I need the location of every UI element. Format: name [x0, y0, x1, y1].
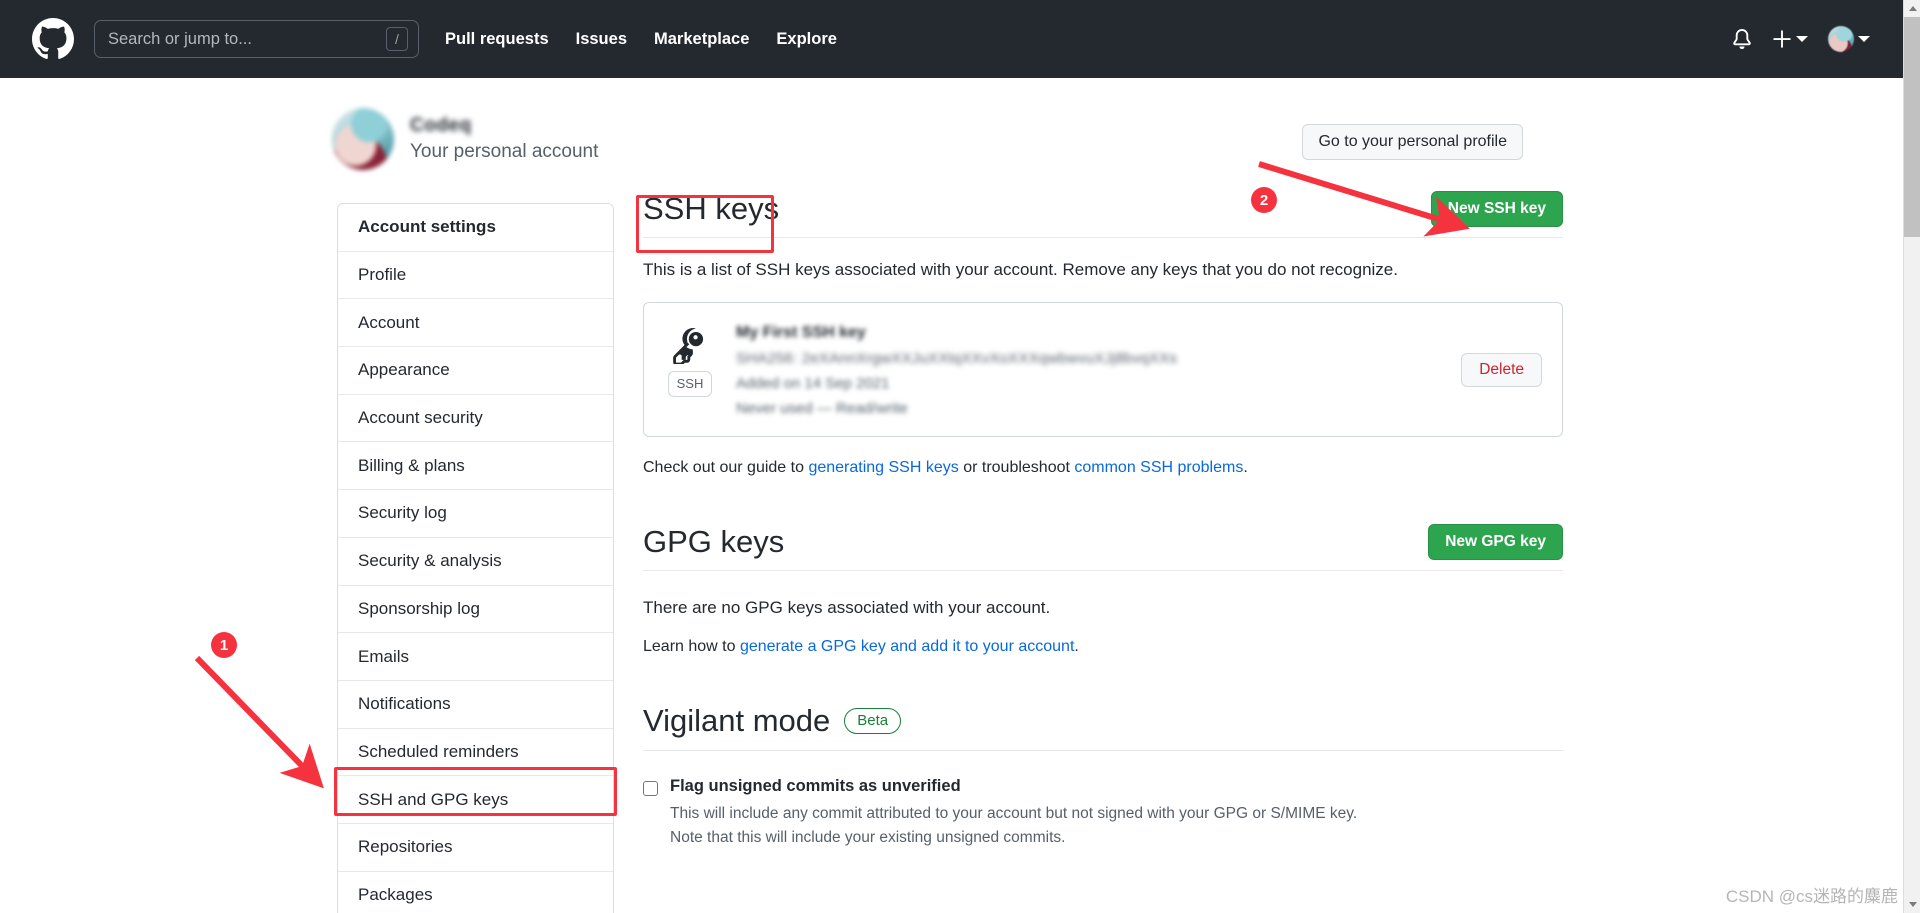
profile-header: Codeq Your personal account — [332, 108, 598, 170]
plus-icon — [1773, 30, 1791, 48]
sidebar-item-sponsorship-log[interactable]: Sponsorship log — [338, 585, 613, 634]
vigilant-mode-section-header: Vigilant mode Beta — [643, 702, 1563, 751]
go-to-personal-profile-button[interactable]: Go to your personal profile — [1302, 124, 1523, 160]
search-shortcut-key: / — [386, 27, 408, 51]
flag-unsigned-commits-text: Flag unsigned commits as unverified This… — [670, 777, 1357, 850]
scrollbar-up-arrow[interactable] — [1904, 0, 1920, 17]
avatar[interactable] — [332, 108, 394, 170]
sidebar-item-account-security[interactable]: Account security — [338, 394, 613, 443]
nav-explore[interactable]: Explore — [776, 30, 837, 49]
flag-unsigned-commits-help-2: Note that this will include your existin… — [670, 829, 1066, 847]
user-menu[interactable] — [1828, 26, 1870, 52]
create-new-menu[interactable] — [1772, 29, 1808, 49]
new-gpg-key-button[interactable]: New GPG key — [1428, 524, 1563, 561]
search-input[interactable] — [108, 29, 386, 49]
key-icon — [673, 328, 704, 365]
chevron-down-icon — [1796, 36, 1808, 42]
ssh-key-info: My First SSH key SHA256: 2eXAnnXrgwXXJuX… — [736, 322, 1441, 417]
gpg-learn-prefix: Learn how to — [643, 638, 740, 656]
scrollbar-down-arrow[interactable] — [1904, 896, 1920, 913]
sidebar-item-ssh-and-gpg-keys[interactable]: SSH and GPG keys — [338, 776, 613, 824]
gpg-keys-empty-text: There are no GPG keys associated with yo… — [643, 598, 1051, 618]
github-mark-icon[interactable] — [32, 18, 74, 60]
sidebar-item-security-and-analysis[interactable]: Security & analysis — [338, 537, 613, 586]
global-nav: Pull requests Issues Marketplace Explore — [445, 30, 837, 49]
nav-issues[interactable]: Issues — [576, 30, 627, 49]
ssh-guide-line: Check out our guide to generating SSH ke… — [643, 459, 1563, 477]
gpg-keys-title: GPG keys — [643, 524, 785, 560]
beta-badge: Beta — [844, 707, 902, 735]
global-header: / Pull requests Issues Marketplace Explo… — [0, 0, 1920, 78]
nav-pull-requests[interactable]: Pull requests — [445, 30, 549, 49]
gpg-keys-section-header: GPG keys New GPG key — [643, 523, 1563, 572]
nav-marketplace[interactable]: Marketplace — [654, 30, 749, 49]
sidebar-item-security-log[interactable]: Security log — [338, 490, 613, 538]
annotation-arrow-1 — [194, 655, 324, 789]
account-settings-sidebar: Account settings Profile Account Appeara… — [337, 203, 614, 913]
sidebar-item-scheduled-reminders[interactable]: Scheduled reminders — [338, 728, 613, 777]
ssh-key-last-used: Never used — Read/write — [736, 400, 908, 418]
page-root: / Pull requests Issues Marketplace Explo… — [0, 0, 1920, 913]
sidebar-item-profile[interactable]: Profile — [338, 251, 613, 300]
sidebar-item-notifications[interactable]: Notifications — [338, 680, 613, 729]
flag-unsigned-commits-row: Flag unsigned commits as unverified This… — [643, 777, 1563, 850]
search-box[interactable]: / — [94, 20, 419, 58]
new-ssh-key-button[interactable]: New SSH key — [1430, 191, 1563, 228]
annotation-marker-1: 1 — [211, 632, 237, 658]
vigilant-mode-title: Vigilant mode — [643, 703, 831, 739]
csdn-watermark: CSDN @cs迷路的麋鹿 — [1725, 887, 1898, 906]
generating-ssh-keys-link[interactable]: generating SSH keys — [808, 459, 958, 476]
sidebar-item-appearance[interactable]: Appearance — [338, 347, 613, 395]
gpg-learn-line: Learn how to generate a GPG key and add … — [643, 638, 1563, 656]
profile-username: Codeq — [410, 115, 472, 136]
generate-gpg-key-link[interactable]: generate a GPG key and add it to your ac… — [740, 638, 1074, 655]
ssh-guide-middle: or troubleshoot — [958, 459, 1075, 477]
common-ssh-problems-link[interactable]: common SSH problems — [1074, 459, 1243, 476]
ssh-key-added-date: Added on 14 Sep 2021 — [736, 375, 890, 393]
flag-unsigned-commits-label[interactable]: Flag unsigned commits as unverified — [670, 777, 1357, 796]
ssh-keys-title: SSH keys — [643, 191, 780, 226]
ssh-protocol-tag: SSH — [667, 371, 713, 397]
sidebar-item-billing-and-plans[interactable]: Billing & plans — [338, 442, 613, 491]
bell-icon[interactable] — [1732, 29, 1752, 49]
sidebar-header-account-settings: Account settings — [338, 204, 613, 252]
ssh-key-title: My First SSH key — [736, 324, 866, 342]
profile-meta: Codeq Your personal account — [410, 115, 598, 163]
ssh-key-icon-column: SSH — [664, 322, 716, 397]
profile-subtitle: Your personal account — [410, 141, 599, 162]
avatar — [1828, 26, 1854, 52]
chevron-down-icon — [1858, 36, 1870, 42]
scrollbar-thumb[interactable] — [1904, 17, 1920, 237]
sidebar-item-account[interactable]: Account — [338, 299, 613, 348]
ssh-key-fingerprint: SHA256: 2eXAnnXrgwXXJuXXtqXXvXoXXXqwbwvu… — [736, 350, 1178, 368]
annotation-marker-2: 2 — [1251, 187, 1277, 213]
vigilant-mode-title-wrap: Vigilant mode Beta — [643, 702, 902, 739]
ssh-key-row: SSH My First SSH key SHA256: 2eXAnnXrgwX… — [643, 302, 1563, 438]
ssh-guide-prefix: Check out our guide to — [643, 459, 809, 477]
flag-unsigned-commits-checkbox[interactable] — [643, 780, 658, 796]
sidebar-item-packages[interactable]: Packages — [338, 871, 613, 913]
ssh-keys-description: This is a list of SSH keys associated wi… — [643, 260, 1398, 280]
ssh-keys-section-header: SSH keys New SSH key — [643, 190, 1563, 239]
main-content: SSH keys New SSH key This is a list of S… — [643, 190, 1563, 850]
sidebar-item-repositories[interactable]: Repositories — [338, 823, 613, 872]
sidebar-item-emails[interactable]: Emails — [338, 633, 613, 681]
delete-ssh-key-button[interactable]: Delete — [1461, 352, 1542, 387]
flag-unsigned-commits-help-1: This will include any commit attributed … — [670, 804, 1358, 822]
ssh-guide-suffix: . — [1243, 459, 1248, 477]
gpg-learn-suffix: . — [1074, 638, 1079, 656]
header-actions — [1732, 26, 1896, 52]
page-scrollbar[interactable] — [1903, 0, 1920, 913]
